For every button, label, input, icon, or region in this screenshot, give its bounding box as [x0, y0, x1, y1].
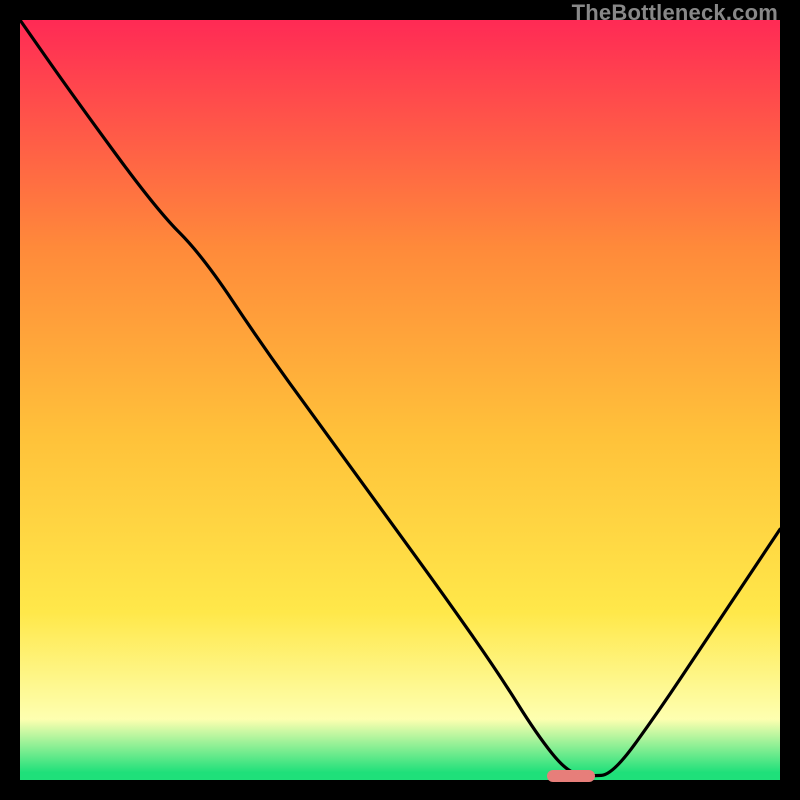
bottleneck-curve [20, 20, 780, 780]
optimal-range-marker [547, 770, 595, 782]
chart-plot-area [20, 20, 780, 780]
watermark-text: TheBottleneck.com [572, 0, 778, 26]
